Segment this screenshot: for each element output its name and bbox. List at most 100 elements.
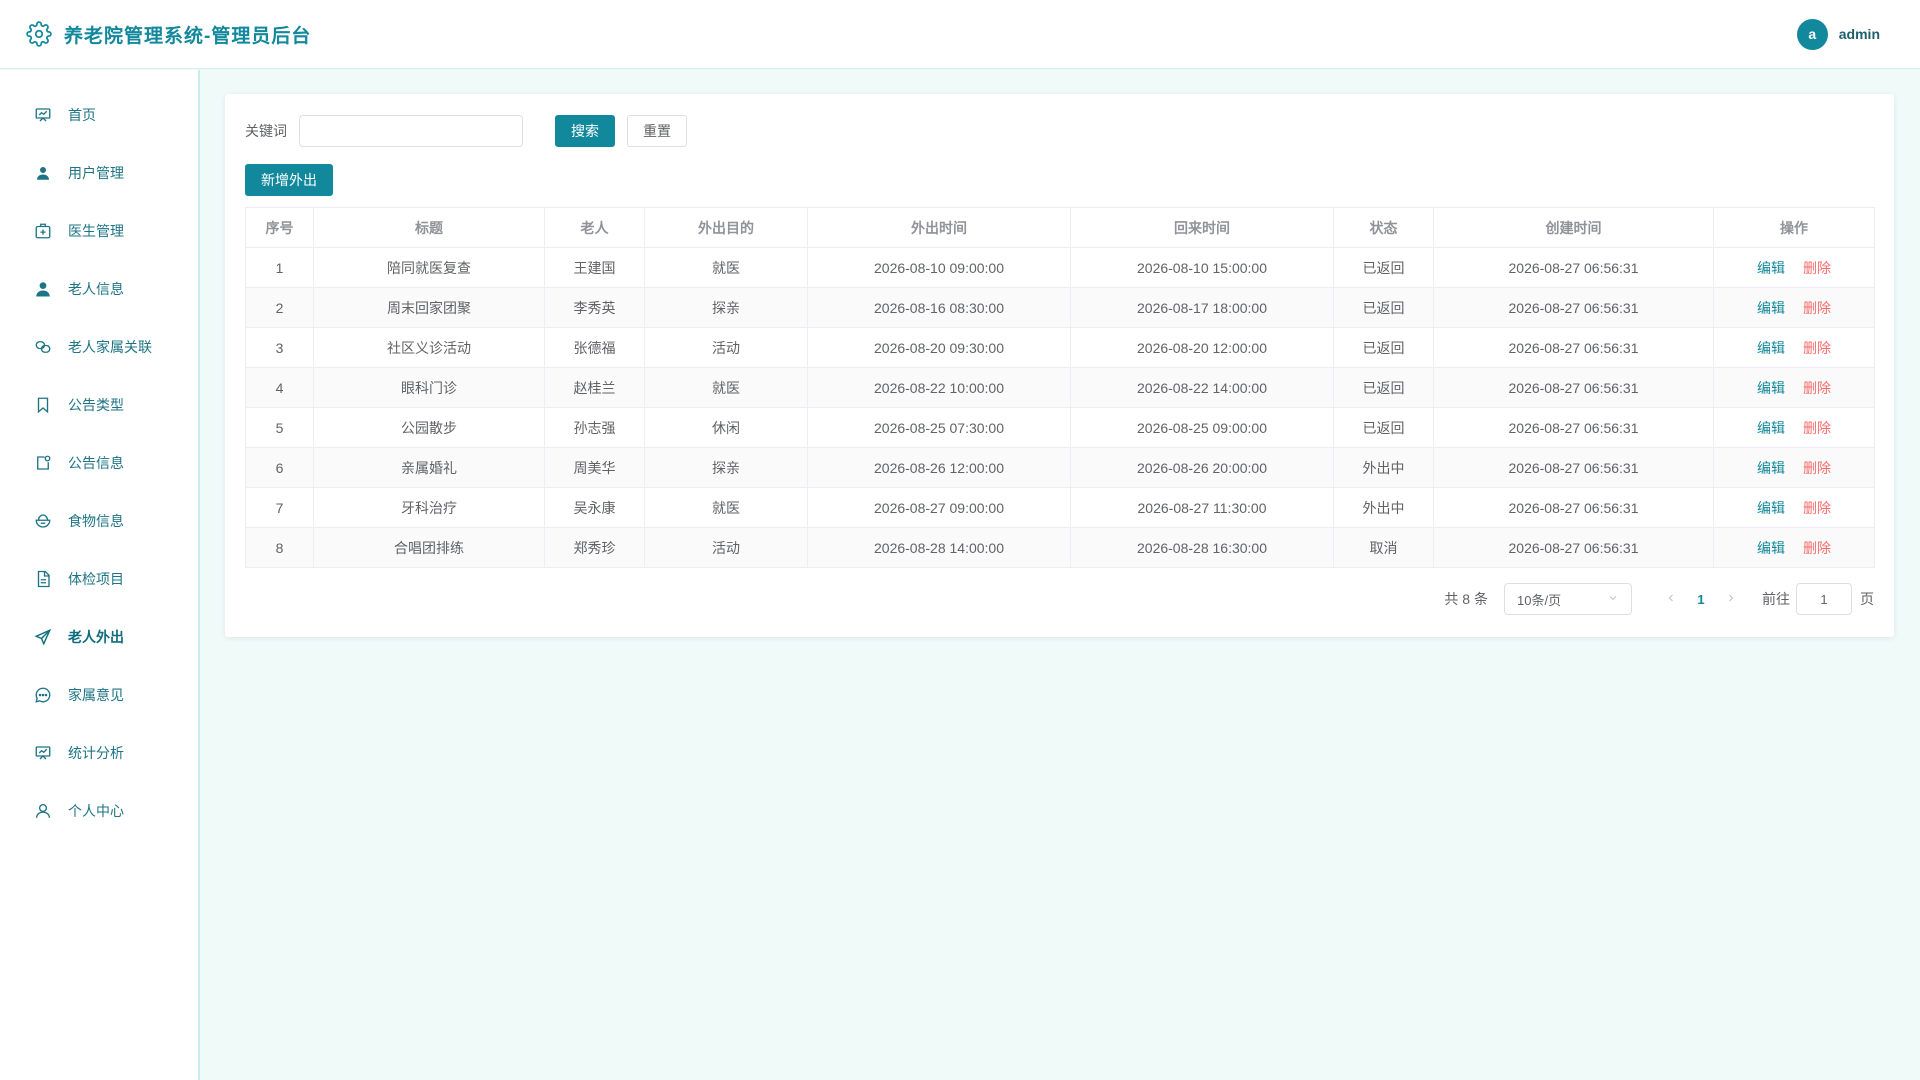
avatar[interactable]: a [1796, 18, 1828, 50]
sidebar-item-family-relation[interactable]: 老人家属关联 [0, 318, 198, 376]
cell-elder: 孙志强 [544, 407, 645, 448]
sidebar-item-label: 家属意见 [68, 687, 124, 703]
sidebar-item-doctors[interactable]: 医生管理 [0, 202, 198, 260]
cell-actions: 编辑 删除 [1713, 327, 1875, 368]
table-row: 5 公园散步 孙志强 休闲 2026-08-25 07:30:00 2026-0… [245, 407, 1875, 448]
app-title: 养老院管理系统-管理员后台 [64, 25, 312, 47]
delete-link[interactable]: 删除 [1803, 500, 1831, 516]
cell-actions: 编辑 删除 [1713, 407, 1875, 448]
cell-status: 已返回 [1333, 287, 1434, 328]
send-icon [34, 628, 52, 646]
sidebar-item-profile[interactable]: 个人中心 [0, 782, 198, 840]
outings-table: 序号 标题 老人 外出目的 外出时间 回来时间 状态 创建时间 操作 1 陪同就… [245, 207, 1875, 568]
cell-created: 2026-08-27 06:56:31 [1433, 367, 1714, 408]
chat-icon [34, 686, 52, 704]
column-header: 操作 [1713, 207, 1875, 248]
cell-elder: 周美华 [544, 447, 645, 488]
cell-status: 已返回 [1333, 367, 1434, 408]
page-size-select[interactable]: 10条/页 [1504, 583, 1632, 615]
person-icon [34, 280, 52, 298]
column-header: 状态 [1333, 207, 1434, 248]
sidebar-item-home[interactable]: 首页 [0, 86, 198, 144]
username[interactable]: admin [1839, 26, 1880, 42]
cell-status: 取消 [1333, 527, 1434, 568]
sidebar-item-food[interactable]: 食物信息 [0, 492, 198, 550]
user-menu[interactable]: a admin [1796, 18, 1880, 50]
cell-out-time: 2026-08-28 14:00:00 [807, 527, 1071, 568]
cell-title: 牙科治疗 [313, 487, 545, 528]
table-row: 3 社区义诊活动 张德福 活动 2026-08-20 09:30:00 2026… [245, 327, 1875, 368]
cell-title: 陪同就医复查 [313, 247, 545, 288]
sidebar-item-users[interactable]: 用户管理 [0, 144, 198, 202]
cell-elder: 赵桂兰 [544, 367, 645, 408]
goto-page-input[interactable] [1796, 583, 1852, 615]
cell-elder: 吴永康 [544, 487, 645, 528]
cell-actions: 编辑 删除 [1713, 287, 1875, 328]
sidebar-item-label: 个人中心 [68, 803, 124, 819]
cell-back-time: 2026-08-10 15:00:00 [1070, 247, 1334, 288]
column-header: 老人 [544, 207, 645, 248]
cell-status: 已返回 [1333, 407, 1434, 448]
cell-created: 2026-08-27 06:56:31 [1433, 407, 1714, 448]
edit-link[interactable]: 编辑 [1757, 380, 1785, 396]
reset-button[interactable]: 重置 [627, 115, 687, 147]
sidebar-item-label: 统计分析 [68, 745, 124, 761]
delete-link[interactable]: 删除 [1803, 540, 1831, 556]
content-card: 关键词 搜索 重置 新增外出 序号 标题 老人 外出目的 外出时间 回来时间 状… [225, 94, 1894, 637]
cell-elder: 李秀英 [544, 287, 645, 328]
goto-label: 前往 [1762, 591, 1790, 607]
notice-icon [34, 454, 52, 472]
sidebar-item-feedback[interactable]: 家属意见 [0, 666, 198, 724]
page-number-current[interactable]: 1 [1686, 592, 1716, 607]
cell-purpose: 活动 [644, 527, 808, 568]
cell-purpose: 探亲 [644, 447, 808, 488]
cell-purpose: 就医 [644, 367, 808, 408]
sidebar-item-statistics[interactable]: 统计分析 [0, 724, 198, 782]
cell-title: 亲属婚礼 [313, 447, 545, 488]
delete-link[interactable]: 删除 [1803, 300, 1831, 316]
cell-out-time: 2026-08-26 12:00:00 [807, 447, 1071, 488]
sidebar-item-outings[interactable]: 老人外出 [0, 608, 198, 666]
delete-link[interactable]: 删除 [1803, 420, 1831, 436]
cell-created: 2026-08-27 06:56:31 [1433, 287, 1714, 328]
goto-suffix: 页 [1860, 591, 1874, 607]
edit-link[interactable]: 编辑 [1757, 260, 1785, 276]
top-header: 养老院管理系统-管理员后台 a admin [0, 0, 1920, 69]
cell-created: 2026-08-27 06:56:31 [1433, 327, 1714, 368]
cell-actions: 编辑 删除 [1713, 487, 1875, 528]
cell-created: 2026-08-27 06:56:31 [1433, 247, 1714, 288]
delete-link[interactable]: 删除 [1803, 340, 1831, 356]
cell-status: 外出中 [1333, 447, 1434, 488]
edit-link[interactable]: 编辑 [1757, 540, 1785, 556]
chevron-left-icon[interactable] [1656, 591, 1686, 607]
cell-back-time: 2026-08-26 20:00:00 [1070, 447, 1334, 488]
keyword-label: 关键词 [245, 123, 287, 139]
sidebar-item-label: 首页 [68, 107, 96, 123]
cell-title: 公园散步 [313, 407, 545, 448]
edit-link[interactable]: 编辑 [1757, 460, 1785, 476]
sidebar-item-notices[interactable]: 公告信息 [0, 434, 198, 492]
chevron-right-icon[interactable] [1716, 591, 1746, 607]
delete-link[interactable]: 删除 [1803, 260, 1831, 276]
chevron-down-icon [1607, 592, 1619, 607]
toolbar: 新增外出 [245, 164, 1874, 196]
delete-link[interactable]: 删除 [1803, 380, 1831, 396]
sidebar-item-notice-types[interactable]: 公告类型 [0, 376, 198, 434]
page-size-value: 10条/页 [1517, 592, 1562, 608]
cell-created: 2026-08-27 06:56:31 [1433, 487, 1714, 528]
document-icon [34, 570, 52, 588]
cell-out-time: 2026-08-10 09:00:00 [807, 247, 1071, 288]
cell-back-time: 2026-08-17 18:00:00 [1070, 287, 1334, 328]
edit-link[interactable]: 编辑 [1757, 420, 1785, 436]
cell-created: 2026-08-27 06:56:31 [1433, 527, 1714, 568]
edit-link[interactable]: 编辑 [1757, 300, 1785, 316]
keyword-input[interactable] [299, 115, 523, 147]
edit-link[interactable]: 编辑 [1757, 500, 1785, 516]
sidebar-item-checkup[interactable]: 体检项目 [0, 550, 198, 608]
sidebar-item-elders[interactable]: 老人信息 [0, 260, 198, 318]
search-button[interactable]: 搜索 [555, 115, 615, 147]
add-outing-button[interactable]: 新增外出 [245, 164, 333, 196]
column-header: 标题 [313, 207, 545, 248]
delete-link[interactable]: 删除 [1803, 460, 1831, 476]
edit-link[interactable]: 编辑 [1757, 340, 1785, 356]
